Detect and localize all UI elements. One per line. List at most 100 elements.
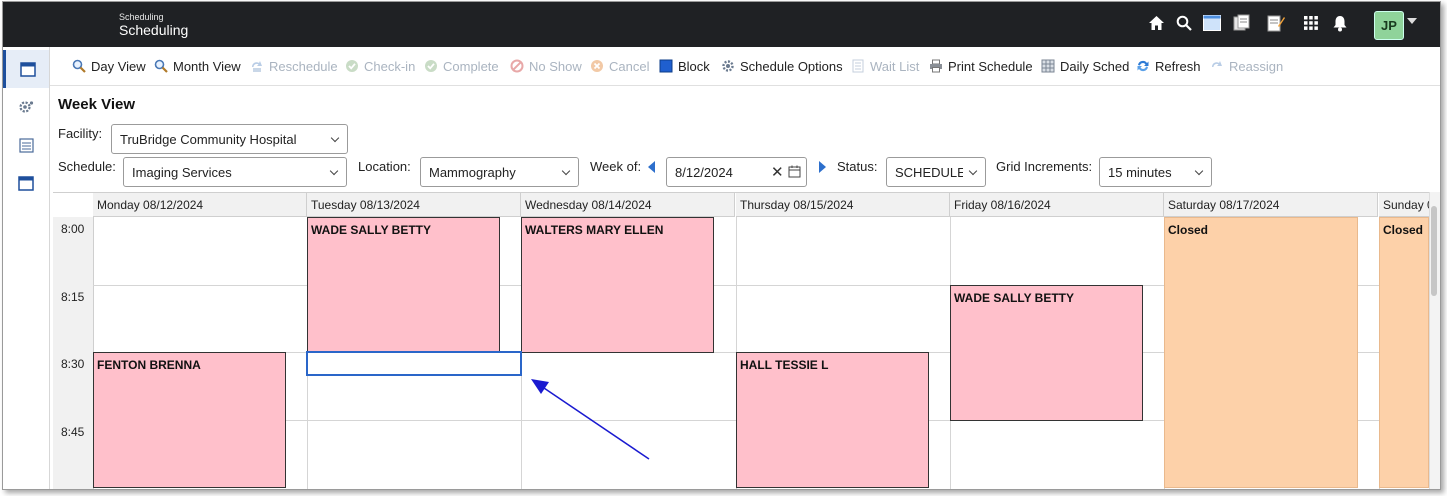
reassign-button[interactable]: Reassign bbox=[1210, 57, 1283, 75]
window-icon[interactable] bbox=[1203, 14, 1221, 32]
rail-list-icon[interactable] bbox=[3, 126, 49, 164]
closed-block[interactable]: Closed bbox=[1164, 217, 1358, 488]
grid-increments-label: Grid Increments: bbox=[996, 159, 1093, 174]
week-of-value: 8/12/2024 bbox=[675, 164, 733, 180]
gear-icon bbox=[722, 60, 734, 72]
print-schedule-label: Print Schedule bbox=[948, 58, 1033, 74]
chevron-down-icon bbox=[968, 166, 978, 176]
appointment-block[interactable]: WALTERS MARY ELLEN bbox=[521, 217, 714, 353]
closed-block[interactable]: Closed bbox=[1379, 217, 1429, 488]
status-select[interactable]: SCHEDULED bbox=[886, 157, 986, 187]
time-label: 8:45 bbox=[61, 424, 85, 439]
location-select[interactable]: Mammography bbox=[420, 157, 579, 187]
time-column bbox=[53, 217, 94, 489]
week-of-date-input[interactable]: 8/12/2024 ✕ bbox=[666, 157, 807, 187]
time-label: 8:15 bbox=[61, 289, 85, 304]
appointment-block[interactable]: WADE SALLY BETTY bbox=[307, 217, 500, 353]
no-show-button[interactable]: No Show bbox=[510, 57, 582, 75]
grid-increments-select[interactable]: 15 minutes bbox=[1099, 157, 1212, 187]
reschedule-icon bbox=[252, 61, 262, 72]
schedule-value: Imaging Services bbox=[132, 164, 232, 180]
selected-time-slot[interactable] bbox=[306, 351, 522, 376]
annotation-arrow bbox=[531, 379, 650, 460]
day-header: Wednesday 08/14/2024 bbox=[521, 193, 735, 217]
day-header: Sunday 08/18/2024 bbox=[1379, 193, 1430, 217]
schedule-options-button[interactable]: Schedule Options bbox=[721, 57, 843, 75]
clear-icon[interactable]: ✕ bbox=[771, 163, 784, 181]
cancel-label: Cancel bbox=[609, 58, 650, 74]
appointment-block[interactable]: FENTON BRENNA bbox=[93, 352, 286, 488]
status-label: Status: bbox=[837, 159, 878, 174]
week-of-label: Week of: bbox=[590, 159, 642, 174]
grid-increments-value: 15 minutes bbox=[1108, 164, 1172, 180]
search-icon[interactable] bbox=[1175, 14, 1193, 32]
refresh-button[interactable]: Refresh bbox=[1136, 57, 1201, 75]
chevron-down-icon bbox=[330, 133, 340, 143]
location-value: Mammography bbox=[429, 164, 516, 180]
user-avatar[interactable]: JP bbox=[1374, 11, 1404, 40]
next-week-arrow-icon[interactable] bbox=[819, 161, 826, 173]
complete-label: Complete bbox=[443, 58, 499, 74]
app-window: Scheduling Scheduling JP Day View Month … bbox=[2, 1, 1441, 490]
day-header: Thursday 08/15/2024 bbox=[736, 193, 950, 217]
print-schedule-button[interactable]: Print Schedule bbox=[929, 57, 1033, 75]
rail-week-view-calendar-icon[interactable] bbox=[3, 50, 49, 88]
reassign-icon bbox=[1212, 61, 1222, 67]
appointment-block[interactable]: WADE SALLY BETTY bbox=[950, 284, 1143, 421]
day-view-button[interactable]: Day View bbox=[72, 57, 146, 75]
check-icon bbox=[425, 60, 437, 72]
reschedule-label: Reschedule bbox=[269, 58, 338, 74]
schedule-label: Schedule: bbox=[58, 159, 116, 174]
daily-sched-button[interactable]: Daily Sched bbox=[1041, 57, 1129, 75]
complete-button[interactable]: Complete bbox=[424, 57, 499, 75]
user-menu-chevron-down-icon[interactable] bbox=[1407, 18, 1417, 24]
chevron-down-icon bbox=[561, 166, 571, 176]
block-label: Block bbox=[678, 58, 710, 74]
bell-icon[interactable] bbox=[1331, 14, 1349, 32]
check-in-label: Check-in bbox=[364, 58, 416, 74]
daily-sched-label: Daily Sched bbox=[1060, 58, 1130, 74]
facility-label: Facility: bbox=[58, 126, 103, 141]
month-view-button[interactable]: Month View bbox=[154, 57, 241, 75]
app-title: Scheduling bbox=[119, 22, 189, 38]
chevron-down-icon bbox=[329, 166, 339, 176]
no-icon bbox=[510, 59, 524, 73]
previous-week-arrow-icon[interactable] bbox=[648, 161, 655, 173]
cancel-button[interactable]: Cancel bbox=[590, 57, 649, 75]
chevron-down-icon bbox=[1194, 166, 1204, 176]
block-icon bbox=[659, 59, 673, 73]
time-label: 8:30 bbox=[61, 357, 85, 371]
magnifier-icon bbox=[154, 59, 168, 73]
wait-list-label: Wait List bbox=[870, 58, 920, 74]
day-view-label: Day View bbox=[91, 58, 146, 74]
location-label: Location: bbox=[358, 159, 411, 174]
refresh-label: Refresh bbox=[1155, 58, 1201, 74]
schedule-select[interactable]: Imaging Services bbox=[123, 157, 347, 187]
printer-icon bbox=[930, 59, 942, 73]
rail-settings-gear-icon[interactable] bbox=[3, 88, 49, 126]
day-header: Tuesday 08/13/2024 bbox=[307, 193, 521, 217]
apps-grid-icon[interactable] bbox=[1302, 14, 1320, 32]
status-value: SCHEDULED bbox=[895, 164, 963, 180]
scrollbar-thumb[interactable] bbox=[1431, 206, 1437, 296]
day-header: Monday 08/12/2024 bbox=[93, 193, 307, 217]
magnifier-icon bbox=[72, 59, 86, 73]
left-rail bbox=[3, 47, 50, 489]
facility-value: TruBridge Community Hospital bbox=[120, 131, 297, 147]
appointment-block[interactable]: HALL TESSIE L bbox=[736, 352, 929, 488]
check-in-button[interactable]: Check-in bbox=[345, 57, 415, 75]
block-button[interactable]: Block bbox=[659, 57, 710, 75]
home-icon[interactable] bbox=[1147, 14, 1165, 32]
wait-list-button[interactable]: Wait List bbox=[851, 57, 919, 75]
app-subtitle: Scheduling bbox=[119, 12, 164, 22]
day-header: Saturday 08/17/2024 bbox=[1164, 193, 1378, 217]
page-title: Week View bbox=[58, 96, 135, 113]
rail-calendar-icon[interactable] bbox=[3, 164, 49, 202]
pages-icon[interactable] bbox=[1233, 14, 1251, 32]
reassign-label: Reassign bbox=[1229, 58, 1284, 74]
reschedule-button[interactable]: Reschedule bbox=[250, 57, 338, 75]
check-icon bbox=[346, 60, 358, 72]
notes-icon[interactable] bbox=[1267, 14, 1285, 32]
facility-select[interactable]: TruBridge Community Hospital bbox=[111, 124, 348, 154]
calendar-icon[interactable] bbox=[788, 165, 801, 178]
